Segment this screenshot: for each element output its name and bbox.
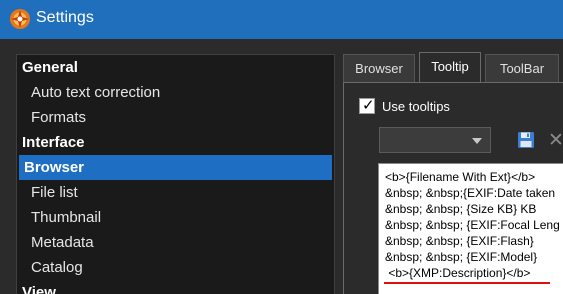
highlight-underline <box>384 282 550 284</box>
tooltip-template-editor[interactable]: <b>{Filename With Ext}</b> &nbsp; &nbsp;… <box>378 163 563 294</box>
tab-browser[interactable]: Browser <box>343 54 415 82</box>
tab-toolbar[interactable]: ToolBar <box>485 54 559 82</box>
editor-line: &nbsp; &nbsp; {EXIF:Flash} <box>385 234 534 248</box>
editor-line: &nbsp; &nbsp;{EXIF:Date taken <box>385 186 556 200</box>
tree-item-metadata[interactable]: Metadata <box>17 230 334 255</box>
title-bar[interactable]: Settings <box>0 0 563 39</box>
tree-item-auto-text-correction[interactable]: Auto text correction <box>17 80 334 105</box>
use-tooltips-label: Use tooltips <box>382 99 450 114</box>
editor-line: &nbsp; &nbsp; {EXIF:Model} <box>385 250 538 264</box>
tree-item-catalog[interactable]: Catalog <box>17 255 334 280</box>
settings-category-tree[interactable]: General Auto text correction Formats Int… <box>16 54 335 294</box>
editor-line: &nbsp; &nbsp; {Size KB} KB <box>385 202 537 216</box>
tree-item-thumbnail[interactable]: Thumbnail <box>17 205 334 230</box>
tree-category-interface[interactable]: Interface <box>17 130 334 155</box>
editor-line: <b>{XMP:Description}</b> <box>385 266 531 280</box>
chevron-down-icon <box>472 138 482 144</box>
tooltip-preset-dropdown[interactable] <box>379 127 491 153</box>
tree-item-browser[interactable]: Browser <box>19 155 332 180</box>
use-tooltips-checkbox[interactable]: ✓ <box>359 96 375 114</box>
tree-item-file-list[interactable]: File list <box>17 180 334 205</box>
save-icon[interactable] <box>517 131 535 149</box>
tree-item-formats[interactable]: Formats <box>17 105 334 130</box>
editor-line: <b>{Filename With Ext}</b> <box>385 170 536 184</box>
window-title: Settings <box>36 9 94 26</box>
editor-line: &nbsp; &nbsp; {EXIF:Focal Leng <box>385 218 560 232</box>
tab-tooltip[interactable]: Tooltip <box>419 52 481 82</box>
checkmark-icon: ✓ <box>362 96 375 114</box>
close-icon[interactable]: ✕ <box>548 130 563 150</box>
xnview-app-icon <box>10 9 30 29</box>
tree-category-general[interactable]: General <box>17 55 334 80</box>
tree-category-view[interactable]: View <box>17 280 334 294</box>
